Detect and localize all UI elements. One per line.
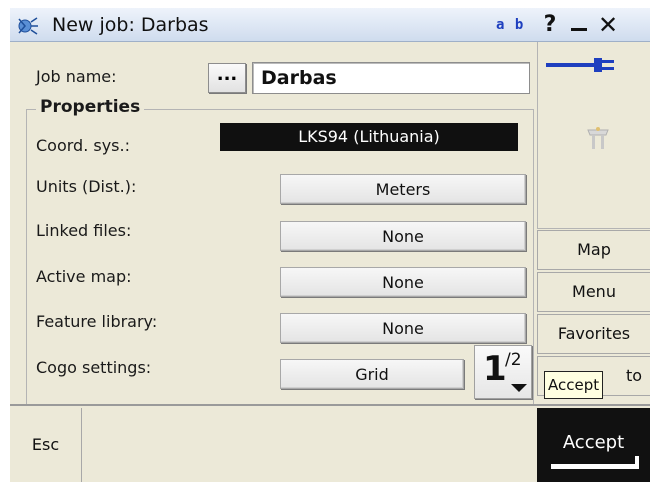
- units-label: Units (Dist.):: [36, 177, 137, 196]
- input-mode-indicator[interactable]: a b: [496, 17, 524, 33]
- bottom-softkey-bar: Esc Accept: [10, 404, 650, 482]
- linked-files-label: Linked files:: [36, 221, 132, 240]
- down-arrow-icon: [511, 384, 527, 392]
- accept-label: Accept: [562, 432, 625, 453]
- cogo-settings-button[interactable]: Grid: [280, 359, 464, 389]
- page-total: /2: [505, 350, 522, 370]
- units-button[interactable]: Meters: [280, 174, 526, 204]
- minimize-icon: [571, 28, 587, 31]
- receiver-icon: [587, 127, 609, 149]
- enter-key-icon: [551, 464, 639, 469]
- coord-sys-label: Coord. sys.:: [36, 136, 130, 155]
- feature-library-label: Feature library:: [36, 312, 158, 331]
- properties-heading: Properties: [36, 97, 145, 117]
- accept-button[interactable]: Accept: [537, 408, 650, 482]
- favorites-button[interactable]: Favorites: [537, 314, 650, 354]
- new-job-form: Job name: ... Darbas Properties Coord. s…: [18, 53, 538, 405]
- close-button[interactable]: ✕: [596, 12, 620, 38]
- help-button[interactable]: ?: [538, 12, 562, 38]
- esc-button[interactable]: Esc: [10, 408, 82, 482]
- active-map-button[interactable]: None: [280, 267, 526, 297]
- satellite-icon: [18, 17, 38, 35]
- job-name-label: Job name:: [36, 67, 117, 86]
- status-panel: [537, 42, 650, 229]
- job-name-browse-button[interactable]: ...: [208, 63, 246, 93]
- page-indicator-button[interactable]: 1 /2: [474, 345, 532, 399]
- job-name-input[interactable]: Darbas: [252, 62, 530, 94]
- page-current: 1: [483, 349, 507, 389]
- active-map-label: Active map:: [36, 267, 132, 286]
- device-screen: New job: Darbas a b ? ✕ Job name: ... Da…: [10, 8, 650, 482]
- feature-library-button[interactable]: None: [280, 313, 526, 343]
- minimize-button[interactable]: [567, 12, 591, 38]
- title-bar: New job: Darbas a b ? ✕: [10, 8, 650, 42]
- power-plug-icon: [546, 58, 614, 72]
- window-title: New job: Darbas: [52, 14, 209, 36]
- linked-files-button[interactable]: None: [280, 221, 526, 251]
- enter-key-hook: [635, 456, 639, 469]
- map-button[interactable]: Map: [537, 230, 650, 270]
- menu-button[interactable]: Menu: [537, 272, 650, 312]
- accept-tooltip: Accept: [544, 371, 604, 399]
- coord-sys-button[interactable]: LKS94 (Lithuania): [220, 123, 518, 151]
- cogo-settings-label: Cogo settings:: [36, 358, 152, 377]
- goto-label: to: [625, 366, 642, 385]
